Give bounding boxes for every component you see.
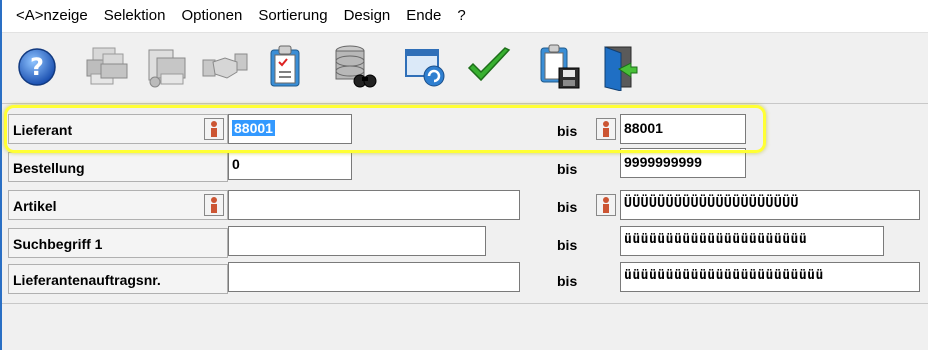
pick-person-icon [211, 197, 217, 213]
bestellung-to-input[interactable]: 9999999999 [620, 148, 746, 178]
print-preview-icon [148, 49, 186, 88]
clipboard-icon [270, 45, 300, 87]
database-search-icon [335, 45, 377, 88]
menu-sortierung[interactable]: Sortierung [250, 0, 335, 32]
lieferant-to-input[interactable]: 88001 [620, 114, 746, 144]
bis-label-bestellung: bis [557, 161, 578, 177]
label-lieferant: Lieferant [8, 114, 228, 144]
checkmark-icon [467, 47, 511, 82]
menu-design[interactable]: Design [336, 0, 399, 32]
menu-bar: <A>nzeige Selektion Optionen Sortierung … [2, 0, 928, 33]
clipboard-button[interactable] [260, 41, 310, 93]
printers-icon [86, 47, 128, 85]
toolbar: ? [2, 33, 928, 104]
pick-person-icon [211, 121, 217, 137]
bestellung-from-input[interactable]: 0 [228, 150, 352, 180]
handshake-button[interactable] [200, 41, 250, 93]
print-button[interactable] [80, 41, 130, 93]
lieferant-from-value: 88001 [232, 120, 275, 136]
artikel-to-picker-button[interactable] [596, 194, 616, 216]
refresh-button[interactable] [400, 41, 450, 93]
menu-ende[interactable]: Ende [398, 0, 449, 32]
selection-form: Lieferant 88001 bis 88001 Bestellung 0 b… [2, 104, 928, 304]
bis-label-suchbegriff: bis [557, 237, 578, 253]
lieferant-from-input[interactable]: 88001 [228, 114, 352, 144]
help-button[interactable]: ? [12, 41, 62, 93]
label-suchbegriff: Suchbegriff 1 [8, 228, 228, 258]
menu-help[interactable]: ? [449, 0, 473, 32]
bis-label-lieferantenauftragsnr: bis [557, 273, 578, 289]
status-divider [2, 303, 928, 304]
app-window: <A>nzeige Selektion Optionen Sortierung … [0, 0, 928, 350]
label-lieferantenauftragsnr: Lieferantenauftragsnr. [8, 264, 228, 294]
pick-person-icon [603, 197, 609, 213]
lieferant-to-picker-button[interactable] [596, 118, 616, 140]
menu-anzeige[interactable]: <A>nzeige [2, 0, 96, 32]
print-preview-button[interactable] [142, 41, 192, 93]
lieferant-from-picker-button[interactable] [204, 118, 224, 140]
menu-optionen[interactable]: Optionen [173, 0, 250, 32]
svg-text:?: ? [30, 53, 44, 81]
bis-label-lieferant: bis [557, 123, 578, 139]
save-button[interactable] [534, 41, 584, 93]
lieferantenauftragsnr-to-input[interactable]: üüüüüüüüüüüüüüüüüüüüüüüü [620, 262, 920, 292]
label-bestellung: Bestellung [8, 152, 228, 182]
bis-label-artikel: bis [557, 199, 578, 215]
exit-button[interactable] [594, 41, 644, 93]
confirm-button[interactable] [464, 41, 514, 93]
handshake-icon [202, 53, 248, 79]
artikel-from-input[interactable] [228, 190, 520, 220]
label-artikel: Artikel [8, 190, 228, 220]
lieferantenauftragsnr-from-input[interactable] [228, 262, 520, 292]
clipboard-save-icon [540, 44, 580, 89]
pick-person-icon [603, 121, 609, 137]
database-search-button[interactable] [330, 41, 380, 93]
window-refresh-icon [405, 49, 445, 87]
exit-door-icon [604, 46, 638, 91]
menu-selektion[interactable]: Selektion [96, 0, 174, 32]
artikel-to-input[interactable]: ÜÜÜÜÜÜÜÜÜÜÜÜÜÜÜÜÜÜÜÜÜ [620, 190, 920, 220]
artikel-from-picker-button[interactable] [204, 194, 224, 216]
help-icon: ? [18, 48, 56, 86]
suchbegriff-to-input[interactable]: üüüüüüüüüüüüüüüüüüüüüü [620, 226, 884, 256]
suchbegriff-from-input[interactable] [228, 226, 486, 256]
